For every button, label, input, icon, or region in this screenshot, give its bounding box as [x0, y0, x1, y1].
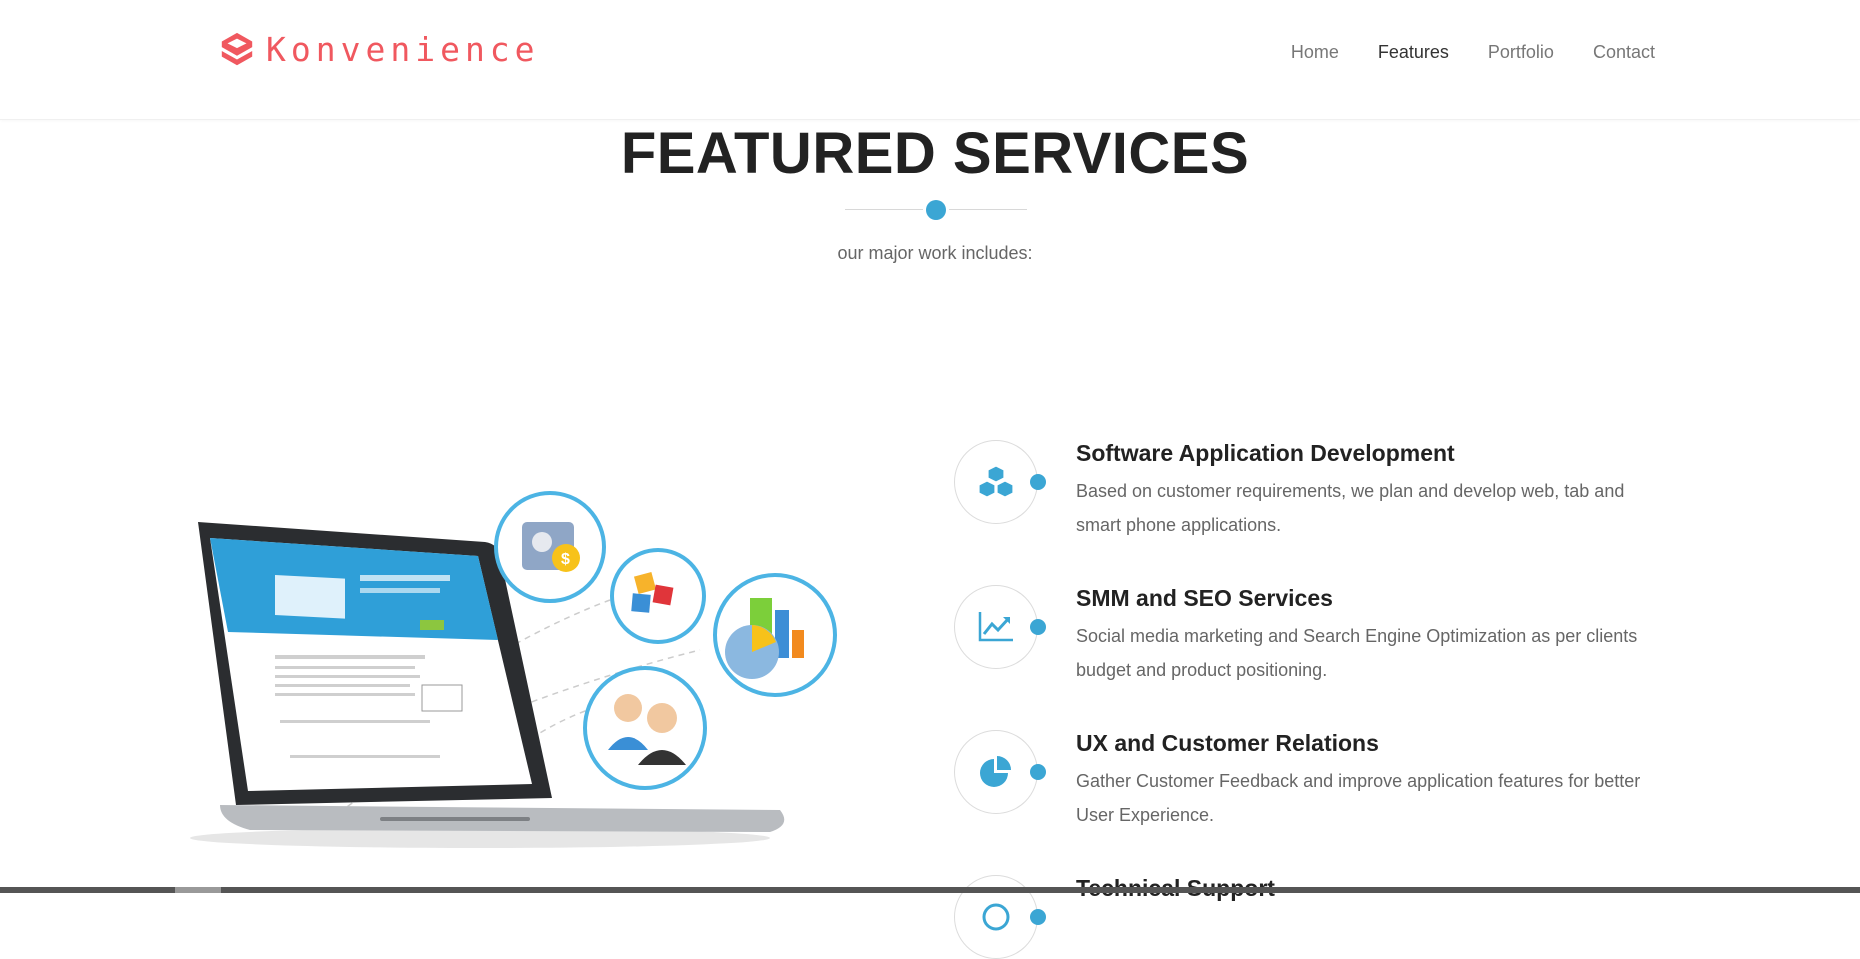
svg-text:$: $: [561, 551, 570, 568]
service-title: UX and Customer Relations: [1076, 730, 1379, 756]
navbar: Konvenience Home Features Portfolio Cont…: [0, 0, 1860, 120]
service-connector-dot: [1030, 619, 1046, 635]
support-icon: [982, 903, 1010, 931]
service-icon-circle: [954, 585, 1038, 669]
service-connector-dot: [1030, 474, 1046, 490]
service-title: Software Application Development: [1076, 440, 1455, 466]
service-connector-dot: [1030, 909, 1046, 925]
pie-chart-icon: [980, 756, 1011, 787]
main-nav: Home Features Portfolio Contact: [1291, 42, 1655, 63]
service-description: Gather Customer Feedback and improve app…: [1076, 771, 1641, 825]
nav-portfolio[interactable]: Portfolio: [1488, 42, 1554, 63]
scrollbar-thumb[interactable]: [175, 887, 221, 893]
service-description: Based on customer requirements, we plan …: [1076, 481, 1625, 535]
brand-logo-icon: [221, 32, 253, 65]
line-chart-icon: [978, 612, 1013, 642]
service-icon-circle: [954, 440, 1038, 524]
nav-features[interactable]: Features: [1378, 42, 1449, 63]
title-divider: [845, 200, 1027, 220]
service-description: Social media marketing and Search Engine…: [1076, 626, 1638, 680]
section-title: FEATURED SERVICES: [620, 121, 1250, 186]
horizontal-scrollbar[interactable]: [0, 887, 1860, 893]
nav-contact[interactable]: Contact: [1593, 42, 1655, 63]
service-icon-circle: [954, 730, 1038, 814]
service-connector-dot: [1030, 764, 1046, 780]
cubes-icon: [978, 465, 1014, 498]
laptop-illustration: $: [190, 491, 837, 848]
brand[interactable]: Konvenience: [218, 30, 540, 69]
nav-home[interactable]: Home: [1291, 42, 1339, 63]
section-subtitle: our major work includes:: [837, 243, 1033, 263]
brand-name: Konvenience: [266, 30, 540, 69]
service-title: SMM and SEO Services: [1076, 585, 1333, 611]
